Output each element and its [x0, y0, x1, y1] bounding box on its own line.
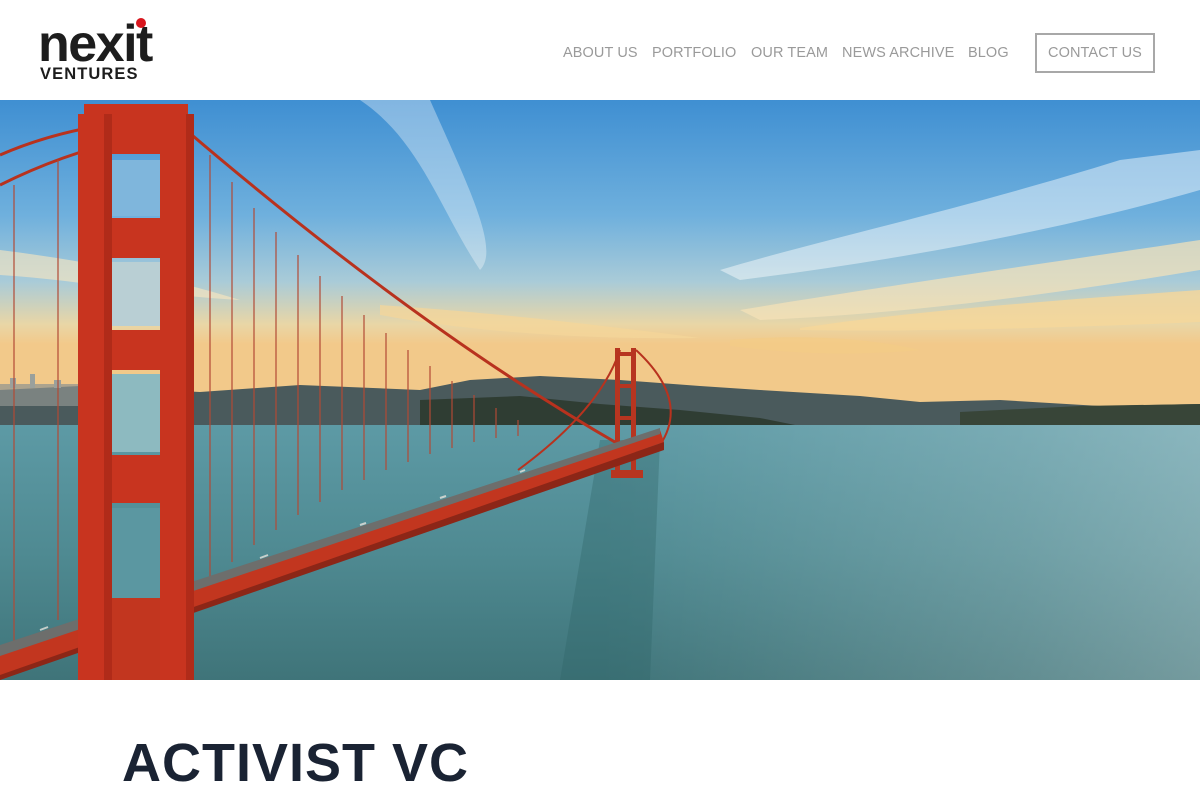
nav-link-blog[interactable]: BLOG — [968, 44, 1009, 62]
golden-gate-bridge-image — [0, 100, 1200, 680]
nav-link-portfolio[interactable]: PORTFOLIO — [652, 44, 736, 62]
nav-link-our-team[interactable]: OUR TEAM — [751, 44, 828, 62]
nav-link-about-us[interactable]: ABOUT US — [563, 44, 638, 62]
nav-link-news-archive[interactable]: NEWS ARCHIVE — [842, 44, 954, 62]
contact-us-button[interactable]: CONTACT US — [1035, 33, 1155, 73]
hero-banner — [0, 100, 1200, 680]
site-header: nexit VENTURES ABOUT US PORTFOLIO OUR TE… — [0, 0, 1200, 100]
logo-subtitle: VENTURES — [40, 65, 139, 83]
logo-red-dot-icon — [136, 18, 146, 28]
main-navigation: ABOUT US PORTFOLIO OUR TEAM NEWS ARCHIVE… — [0, 44, 1200, 64]
section-title: ACTIVIST VC — [122, 733, 470, 793]
